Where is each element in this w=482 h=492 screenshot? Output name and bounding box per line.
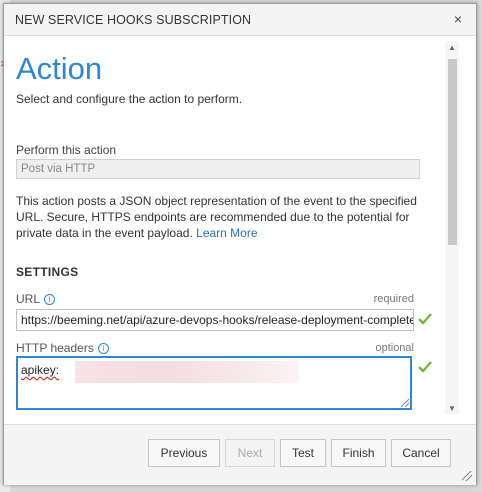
perform-action-label: Perform this action (16, 143, 117, 157)
scrollbar-thumb[interactable] (448, 59, 457, 245)
finish-button[interactable]: Finish (331, 439, 386, 467)
next-button[interactable]: Next (225, 439, 275, 467)
url-label-row: URL i (16, 292, 56, 306)
url-label: URL (16, 292, 41, 306)
http-headers-textarea[interactable]: apikey: (16, 356, 412, 410)
dialog-footer: Previous Next Test Finish Cancel (4, 424, 476, 485)
action-type-field: Post via HTTP (16, 159, 420, 179)
redacted-value (75, 361, 299, 383)
page-title: Action (16, 51, 103, 86)
url-required-hint: required (373, 293, 414, 305)
url-valid-checkmark-icon (418, 313, 432, 325)
learn-more-link[interactable]: Learn More (196, 226, 257, 240)
headers-label: HTTP headers (16, 341, 94, 355)
content-scrollbar[interactable]: ▲ ▼ (445, 41, 459, 414)
previous-button[interactable]: Previous (148, 439, 220, 467)
textarea-resize-grip[interactable] (401, 399, 409, 407)
headers-label-row: HTTP headers i (16, 341, 109, 355)
dialog-content: Action Select and configure the action t… (4, 36, 460, 424)
close-icon[interactable]: × (450, 10, 466, 28)
test-button[interactable]: Test (280, 439, 326, 467)
scroll-down-arrow-icon[interactable]: ▼ (445, 404, 459, 414)
service-hooks-dialog: NEW SERVICE HOOKS SUBSCRIPTION × Action … (3, 3, 477, 485)
scroll-up-arrow-icon[interactable]: ▲ (445, 43, 459, 53)
dialog-title: NEW SERVICE HOOKS SUBSCRIPTION (15, 13, 252, 27)
dialog-resize-grip[interactable] (462, 471, 472, 481)
action-explanation: This action posts a JSON object represen… (16, 193, 426, 241)
headers-valid-checkmark-icon (418, 361, 432, 373)
info-icon[interactable]: i (97, 343, 109, 354)
url-input[interactable]: https://beeming.net/api/azure-devops-hoo… (16, 309, 414, 331)
cancel-button[interactable]: Cancel (391, 439, 451, 467)
http-headers-value: apikey: (21, 363, 60, 377)
info-icon[interactable]: i (44, 294, 56, 305)
settings-heading: SETTINGS (16, 265, 79, 279)
dialog-titlebar: NEW SERVICE HOOKS SUBSCRIPTION × (4, 4, 476, 36)
page-description: Select and configure the action to perfo… (16, 92, 243, 106)
headers-optional-hint: optional (375, 342, 414, 354)
